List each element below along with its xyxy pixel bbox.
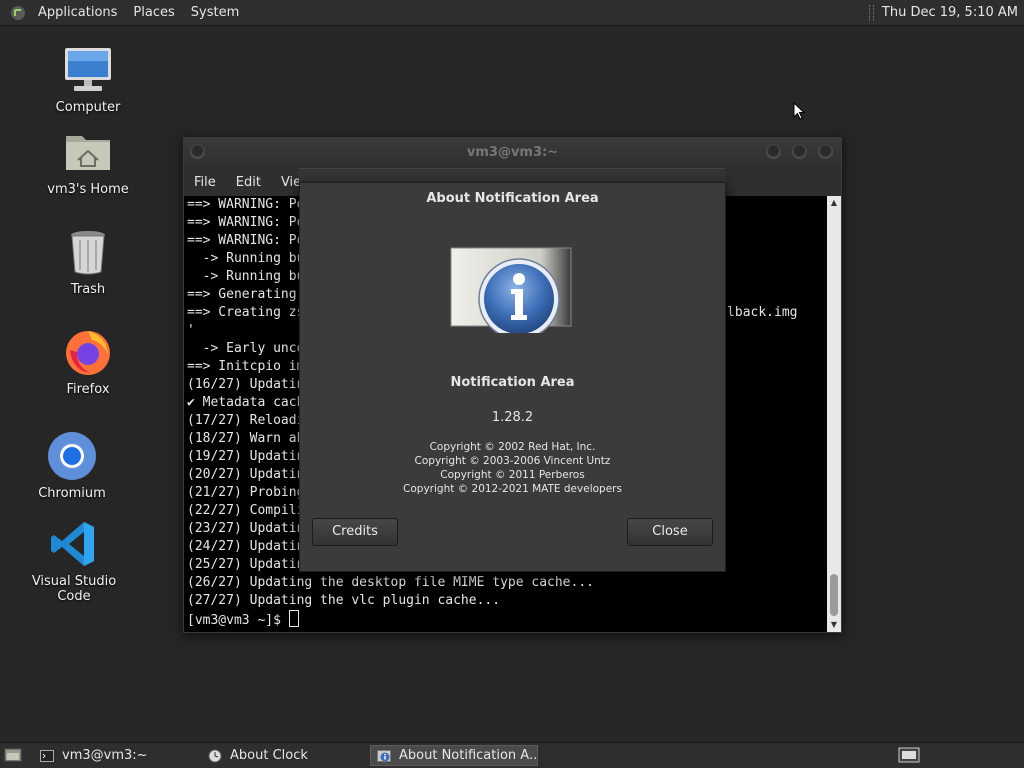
copyright-line: Copyright © 2002 Red Hat, Inc.: [429, 441, 596, 453]
show-desktop-icon[interactable]: [4, 747, 22, 763]
task-label: About Clock: [230, 748, 308, 763]
task-terminal[interactable]: vm3@vm3:~: [34, 745, 205, 766]
minimize-button[interactable]: [766, 144, 781, 159]
bottom-taskbar: vm3@vm3:~ About Clock About Notification…: [0, 742, 1024, 768]
terminal-icon: [40, 749, 54, 762]
terminal-scrollbar[interactable]: ▲ ▼: [827, 196, 841, 632]
terminal-prompt: [vm3@vm3 ~]$: [187, 613, 289, 628]
mouse-pointer-icon: [793, 102, 805, 120]
scroll-down-icon[interactable]: ▼: [827, 618, 841, 632]
task-label: vm3@vm3:~: [62, 748, 148, 763]
task-about-clock[interactable]: About Clock: [202, 745, 373, 766]
terminal-cursor: [288, 610, 299, 627]
mate-logo-icon[interactable]: [10, 5, 26, 21]
trash-icon: [71, 231, 105, 275]
firefox-icon: [66, 331, 110, 375]
desktop-icon-label: Firefox: [66, 382, 110, 397]
panel-handle[interactable]: [868, 4, 874, 21]
desktop-icon-label: vm3's Home: [47, 182, 129, 197]
applications-menu[interactable]: Applications: [30, 5, 125, 20]
notification-area-info-icon: [450, 247, 572, 333]
dialog-title: About Notification Area: [426, 191, 599, 206]
terminal-prompt-line[interactable]: [vm3@vm3 ~]$: [187, 610, 828, 630]
home-folder-icon: [66, 136, 110, 170]
desktop-icon-vscode[interactable]: Visual Studio Code: [24, 518, 124, 604]
terminal-title: vm3@vm3:~: [466, 145, 559, 160]
terminal-line: (26/27) Updating the desktop file MIME t…: [187, 575, 594, 590]
copyright-line: Copyright © 2011 Perberos: [440, 469, 585, 481]
desktop-icon-computer[interactable]: Computer: [38, 44, 138, 115]
copyright-line: Copyright © 2003-2006 Vincent Untz: [414, 455, 611, 467]
copyright-line: Copyright © 2012-2021 MATE developers: [403, 483, 622, 495]
copyright-block: Copyright © 2002 Red Hat, Inc. Copyright…: [300, 440, 725, 496]
workspace-switcher-icon[interactable]: [898, 747, 920, 763]
close-button[interactable]: [818, 144, 833, 159]
desktop-icon-home[interactable]: vm3's Home: [38, 126, 138, 197]
scroll-up-icon[interactable]: ▲: [827, 196, 841, 210]
desktop-icon-firefox[interactable]: Firefox: [38, 326, 138, 397]
task-label: About Notification A...: [399, 748, 538, 763]
desktop-icon-chromium[interactable]: Chromium: [22, 430, 122, 501]
close-button[interactable]: Close: [627, 518, 713, 546]
scrollbar-thumb[interactable]: [830, 574, 838, 616]
credits-button[interactable]: Credits: [312, 518, 398, 546]
terminal-line: (27/27) Updating the vlc plugin cache...: [187, 593, 501, 608]
vscode-icon: [51, 522, 94, 566]
desktop-icon-label: Computer: [55, 100, 121, 115]
app-name: Notification Area: [450, 375, 575, 390]
info-icon: [377, 749, 391, 762]
menu-file[interactable]: File: [184, 175, 226, 190]
app-version: 1.28.2: [491, 410, 534, 425]
system-menu[interactable]: System: [183, 5, 247, 20]
about-dialog[interactable]: About Notification Area Notification Are…: [299, 182, 726, 572]
places-menu[interactable]: Places: [125, 5, 182, 20]
desktop-icon-label: Trash: [70, 282, 106, 297]
maximize-button[interactable]: [792, 144, 807, 159]
desktop-icon-trash[interactable]: Trash: [38, 226, 138, 297]
top-panel: Applications Places System Thu Dec 19, 5…: [0, 0, 1024, 26]
terminal-titlebar[interactable]: vm3@vm3:~: [184, 138, 841, 168]
chromium-icon: [48, 432, 96, 480]
desktop-icon-label: Chromium: [38, 486, 106, 501]
clock-icon: [208, 749, 222, 762]
panel-clock[interactable]: Thu Dec 19, 5:10 AM: [882, 5, 1018, 20]
task-about-notification-area[interactable]: About Notification A...: [370, 745, 538, 766]
computer-icon: [65, 48, 111, 91]
desktop-icon-label: Visual Studio Code: [31, 574, 117, 604]
menu-edit[interactable]: Edit: [226, 175, 271, 190]
